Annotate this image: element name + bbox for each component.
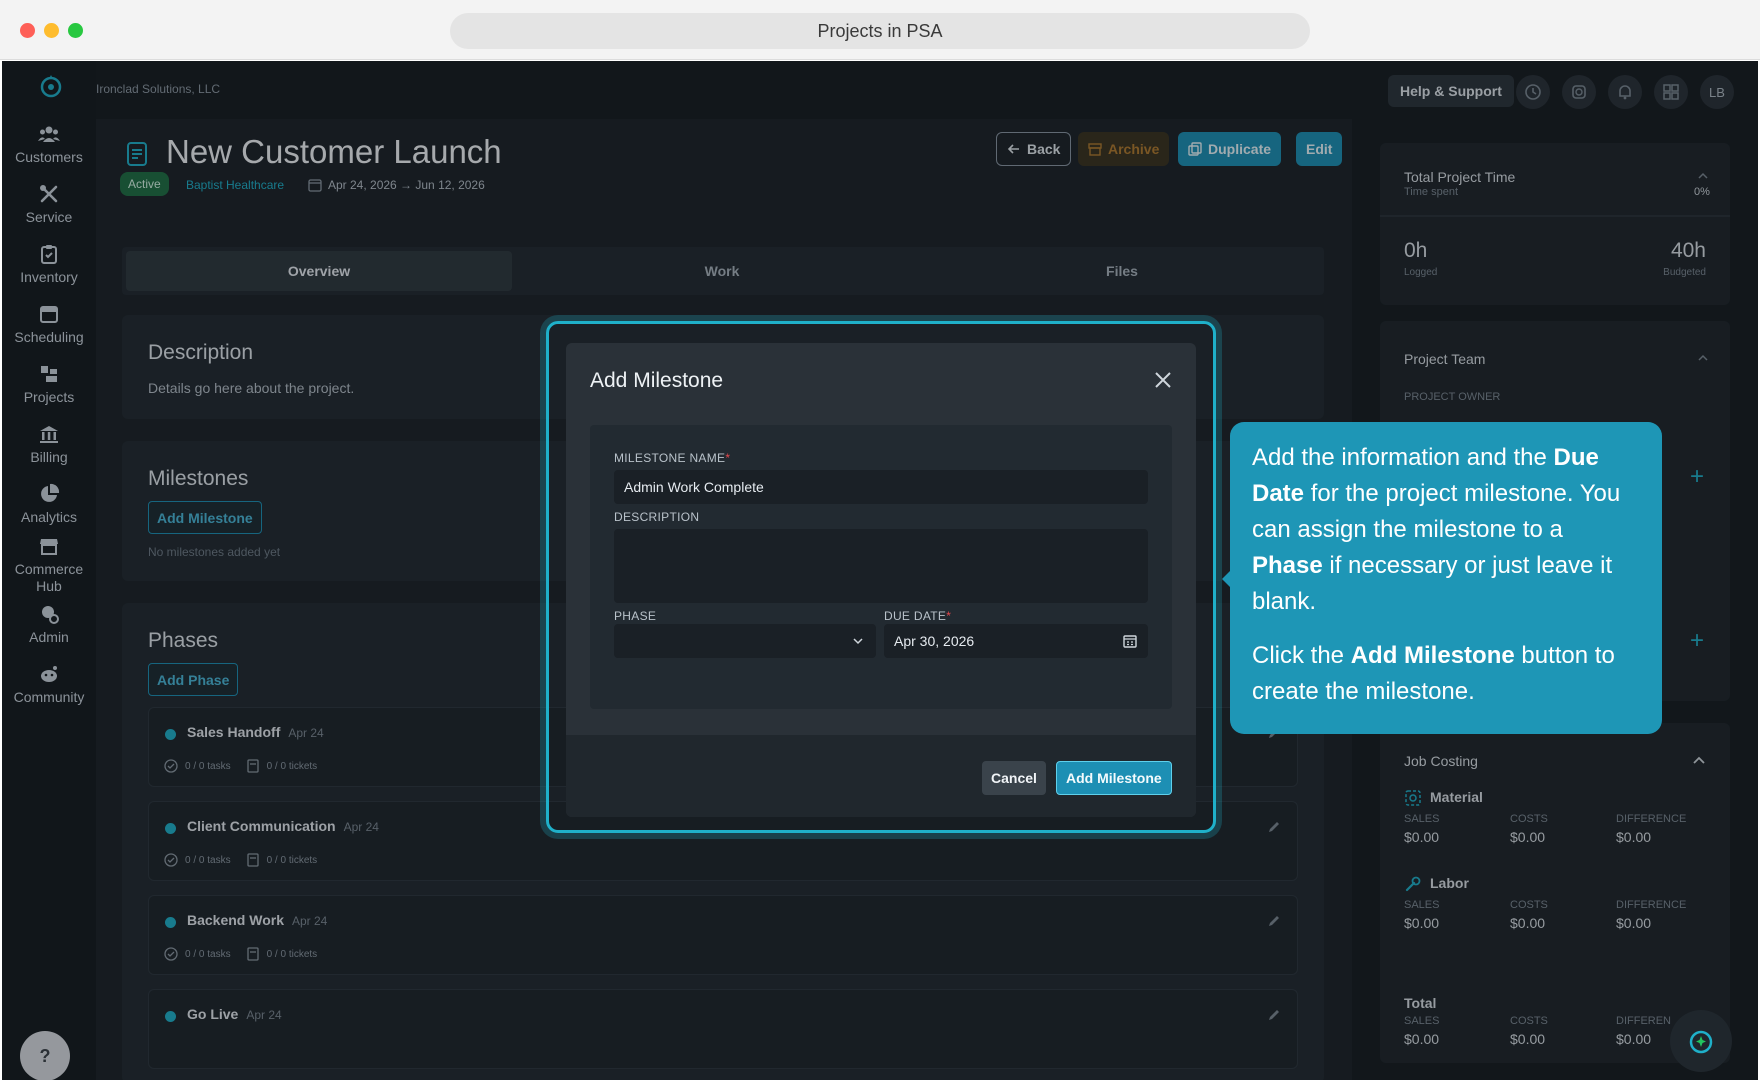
phase-label: PHASE [614,609,657,623]
cancel-button[interactable]: Cancel [982,761,1046,795]
close-window-button[interactable] [20,23,35,38]
due-date-label: DUE DATE* [884,609,951,623]
required-mark: * [725,451,731,465]
add-milestone-dialog: Add Milestone MILESTONE NAME* Admin Work… [566,343,1196,817]
guide-tooltip: Add the information and the Due Date for… [1230,422,1662,734]
add-milestone-submit-button[interactable]: Add Milestone [1056,761,1172,795]
assistant-icon [1689,1030,1713,1054]
dialog-title: Add Milestone [590,369,724,392]
due-date-value: Apr 30, 2026 [894,633,975,649]
calendar-icon[interactable] [1122,633,1138,649]
due-date-label-text: DUE DATE [884,609,947,623]
phase-select[interactable] [614,624,876,658]
tooltip-text: Click the [1252,642,1351,669]
milestone-name-label-text: MILESTONE NAME [614,451,726,465]
window-titlebar: Projects in PSA [0,0,1760,60]
milestone-name-input[interactable]: Admin Work Complete [614,470,1148,504]
due-date-input[interactable]: Apr 30, 2026 [884,624,1148,658]
tooltip-bold: Phase [1252,552,1323,579]
close-icon[interactable] [1152,369,1174,391]
dialog-form: MILESTONE NAME* Admin Work Complete DESC… [590,425,1172,709]
tooltip-paragraph-1: Add the information and the Due Date for… [1252,440,1640,620]
assistant-fab[interactable] [1670,1010,1732,1072]
dialog-footer: Cancel Add Milestone [566,735,1196,817]
required-mark: * [946,609,952,623]
zoom-window-button[interactable] [68,23,83,38]
description-textarea[interactable] [614,529,1148,603]
tooltip-paragraph-2: Click the Add Milestone button to create… [1252,638,1640,710]
tooltip-bold: Add Milestone [1350,642,1515,669]
description-label: DESCRIPTION [614,510,700,524]
tooltip-text: for the project milestone. You can assig… [1252,480,1621,543]
window-title: Projects in PSA [450,13,1310,49]
milestone-name-label: MILESTONE NAME* [614,451,730,465]
minimize-window-button[interactable] [44,23,59,38]
chevron-down-icon [853,638,863,645]
tooltip-text: Add the information and the [1252,444,1554,471]
